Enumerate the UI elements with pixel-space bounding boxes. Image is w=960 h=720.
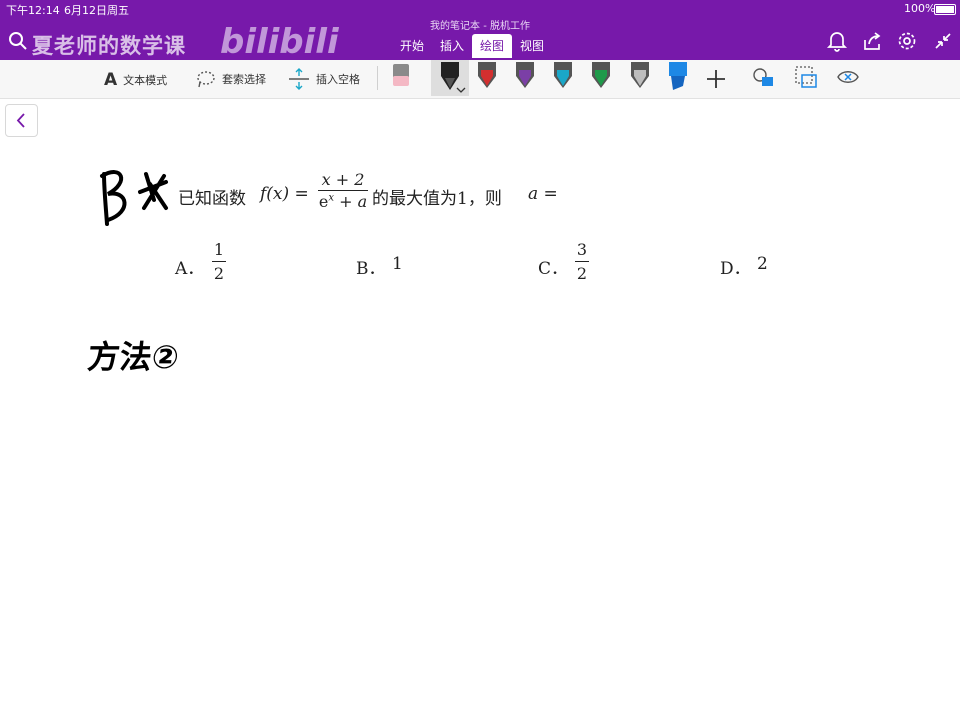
choice-b-label: B． xyxy=(356,259,386,279)
question-suffix: 的最大值为1，则 xyxy=(372,189,502,209)
ink-replay-icon[interactable] xyxy=(836,66,860,88)
gray-pen-icon[interactable] xyxy=(627,62,653,92)
text-mode-button[interactable]: A 文本模式 xyxy=(104,70,167,90)
insert-space-button[interactable]: 插入空格 xyxy=(288,67,360,91)
choice-c-label: C． xyxy=(538,259,569,279)
insert-space-icon xyxy=(289,68,309,90)
chevron-left-icon xyxy=(16,113,25,128)
lasso-icon xyxy=(197,71,215,88)
toolbar-divider xyxy=(377,66,378,90)
ink-to-shape-icon[interactable] xyxy=(793,64,819,92)
choice-a-label: A． xyxy=(175,259,205,279)
status-date: 6月12日周五 xyxy=(64,4,129,17)
watermark-logo: bilibili xyxy=(220,22,339,62)
choice-b-value: 1 xyxy=(392,254,403,274)
choice-c-value: 3 2 xyxy=(575,240,589,283)
handwritten-note: 方法② xyxy=(85,338,181,376)
add-pen-icon[interactable] xyxy=(705,68,727,90)
choice-a-value: 1 2 xyxy=(212,240,226,283)
watermark-channel: 夏老师的数学课 xyxy=(32,34,186,58)
purple-pen-icon[interactable] xyxy=(512,62,538,92)
share-icon[interactable] xyxy=(861,30,883,52)
collapse-icon[interactable] xyxy=(932,30,954,52)
blue-highlighter-icon[interactable] xyxy=(665,62,691,92)
choice-d-value: 2 xyxy=(757,254,768,274)
tab-home[interactable]: 开始 xyxy=(392,34,432,57)
bell-icon[interactable] xyxy=(826,30,848,52)
fraction-bar xyxy=(318,190,368,191)
chevron-down-icon[interactable] xyxy=(456,87,466,93)
status-time: 下午12:14 xyxy=(6,4,60,17)
cyan-pen-icon[interactable] xyxy=(550,62,576,92)
back-button[interactable] xyxy=(5,104,38,137)
question-prefix: 已知函数 xyxy=(178,189,246,209)
eraser-icon[interactable] xyxy=(391,62,411,88)
tab-insert[interactable]: 插入 xyxy=(432,34,472,57)
question-fraction: x + 2 ex + a xyxy=(318,170,368,211)
tab-draw[interactable]: 绘图 xyxy=(472,34,513,58)
question-unknown: a = xyxy=(528,184,558,204)
fraction-denominator: ex + a xyxy=(318,192,368,211)
app-header: 下午12:14 6月12日周五 100% 我的笔记本 - 脱机工作 夏老师的数学… xyxy=(0,0,960,62)
tab-view[interactable]: 视图 xyxy=(512,34,552,57)
text-mode-label: 文本模式 xyxy=(123,74,168,87)
choice-d-label: D． xyxy=(720,259,751,279)
battery-icon xyxy=(934,4,956,15)
ribbon-tabs: 开始 插入 绘图 视图 xyxy=(392,34,552,58)
green-pen-icon[interactable] xyxy=(588,62,614,92)
lasso-select-label: 套索选择 xyxy=(222,73,266,86)
red-pen-icon[interactable] xyxy=(474,62,500,92)
shapes-icon[interactable] xyxy=(751,66,777,90)
insert-space-label: 插入空格 xyxy=(316,73,360,86)
lasso-select-button[interactable]: 套索选择 xyxy=(196,70,266,88)
handwritten-answer-b xyxy=(100,170,168,226)
search-icon[interactable] xyxy=(7,30,29,52)
question-function: f(x) = xyxy=(260,184,309,204)
fraction-numerator: x + 2 xyxy=(321,170,365,189)
status-battery: 100% xyxy=(904,2,936,15)
gear-icon[interactable] xyxy=(896,30,918,52)
text-mode-icon: A xyxy=(104,70,118,90)
